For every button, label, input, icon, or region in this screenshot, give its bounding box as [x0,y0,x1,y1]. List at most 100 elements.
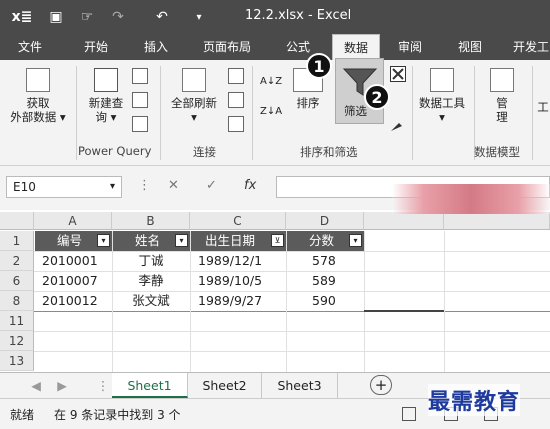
external-data-icon [26,68,50,92]
name-box-value: E10 [13,180,36,194]
cell-a2[interactable]: 2010001 [42,251,112,271]
cell-a6[interactable]: 2010007 [42,271,112,291]
power-query-group-label: Power Query [78,144,152,158]
row-header[interactable]: 8 [0,291,34,311]
watermark-logo: 最需教育 [428,384,521,416]
tab-insert[interactable]: 插入 [136,34,176,60]
enter-icon[interactable]: ✓ [206,178,217,193]
row-header[interactable]: 6 [0,271,34,291]
window-title: 12.2.xlsx - Excel [245,8,352,23]
new-query-button[interactable]: 新建查 询 ▾ [80,68,132,124]
sort-ascending-button[interactable]: A↓Z [260,72,284,92]
recent-sources-icon[interactable] [132,116,148,132]
column-header-f[interactable] [444,212,550,230]
column-header-d[interactable]: D [286,212,364,230]
group-separator [532,66,533,160]
gridline [190,231,191,372]
refresh-all-button[interactable]: 全部刷新 ▾ [164,68,224,124]
name-box-dropdown-icon[interactable]: ▾ [110,177,115,197]
column-header-b[interactable]: B [112,212,190,230]
undo-icon[interactable]: ↶ [152,0,172,34]
tab-sheet3[interactable]: Sheet3 [262,373,338,398]
partial-ribbon-button[interactable]: 工 [536,100,550,114]
edit-links-icon[interactable] [228,116,244,132]
column-header-a[interactable]: A [34,212,112,230]
connections-icon[interactable] [228,68,244,84]
tab-view[interactable]: 视图 [450,34,490,60]
row-header[interactable]: 13 [0,351,34,371]
sort-label: 排序 [296,96,320,110]
tab-developer[interactable]: 开发工 [506,34,550,60]
cell-b8[interactable]: 张文斌 [112,291,190,311]
get-external-data-label-2: 外部数据 ▾ [10,110,66,124]
cell-c6[interactable]: 1989/10/5 [198,271,286,291]
gridline [444,231,445,372]
row-header[interactable]: 1 [0,231,34,251]
cell-d6[interactable]: 589 [312,271,364,291]
sheet-nav-next-icon[interactable]: ▶ [52,373,72,398]
column-header-c[interactable]: C [190,212,286,230]
refresh-icon [182,68,206,92]
header-text: 出生日期 [205,233,256,248]
clear-filter-icon[interactable] [390,66,406,82]
get-external-data-button[interactable]: 获取 外部数据 ▾ [6,68,70,124]
new-query-label-2: 询 ▾ [95,110,117,124]
manage-label-2: 理 [496,110,508,124]
tab-data[interactable]: 数据 [332,34,380,60]
advanced-filter-icon[interactable] [390,118,406,134]
sort-descending-button[interactable]: Z↓A [260,102,284,122]
filter-dropdown-icon[interactable]: ▾ [97,234,110,247]
save-icon[interactable]: ▣ [46,0,66,34]
sheet-tabs-more-icon[interactable]: ⋮ [96,373,110,398]
insert-function-icon[interactable]: fx [244,178,256,193]
tab-review[interactable]: 审阅 [390,34,430,60]
select-all-corner[interactable] [0,212,34,230]
show-queries-icon[interactable] [132,68,148,84]
data-tools-icon [430,68,454,92]
add-sheet-icon[interactable]: + [370,375,392,395]
group-separator [252,66,253,160]
touch-mode-icon[interactable]: ☞ [76,0,98,34]
data-tools-button[interactable]: 数据工具 ▾ [414,68,470,124]
redo-icon[interactable]: ↷ [108,0,128,34]
tab-sheet2[interactable]: Sheet2 [188,373,262,398]
ribbon-data: 获取 外部数据 ▾ 新建查 询 ▾ Power Query 全部刷新 ▾ 连接 … [0,58,550,166]
row-header[interactable]: 11 [0,311,34,331]
customize-qat-icon[interactable]: ▾ [192,0,206,34]
worksheet-grid[interactable]: A B C D 1 2 6 8 11 12 13 编号 ▾ 姓名 ▾ 出生日期 … [0,212,550,372]
status-filter-result: 在 9 条记录中找到 3 个 [54,408,181,422]
cell-c2[interactable]: 1989/12/1 [198,251,286,271]
cell-b2[interactable]: 丁诚 [112,251,190,271]
properties-icon[interactable] [228,92,244,108]
manage-data-model-button[interactable]: 管 理 [484,68,520,124]
new-query-label-1: 新建查 [88,96,124,110]
new-query-icon [94,68,118,92]
manage-label-1: 管 [496,96,508,110]
cell-d2[interactable]: 578 [312,251,364,271]
normal-view-icon[interactable] [402,407,416,421]
row-header[interactable]: 2 [0,251,34,271]
name-box[interactable]: E10 ▾ [6,176,122,198]
tab-sheet1[interactable]: Sheet1 [112,373,188,398]
from-table-icon[interactable] [132,92,148,108]
cell-c8[interactable]: 1989/9/27 [198,291,286,311]
cell-b6[interactable]: 李静 [112,271,190,291]
tab-home[interactable]: 开始 [76,34,116,60]
filter-active-icon[interactable]: ⊻ [271,234,284,247]
tab-page-layout[interactable]: 页面布局 [194,34,260,60]
callout-2: 2 [364,84,390,110]
tab-file[interactable]: 文件 [10,34,50,60]
highlight-overlay [392,184,550,214]
reapply-filter-icon[interactable] [390,94,406,110]
row-header[interactable]: 12 [0,331,34,351]
data-tools-arrow: ▾ [439,110,445,124]
column-header-e[interactable] [364,212,444,230]
cell-a8[interactable]: 2010012 [42,291,112,311]
connections-group-label: 连接 [193,145,216,159]
cell-d8[interactable]: 590 [312,291,364,311]
filter-dropdown-icon[interactable]: ▾ [349,234,362,247]
sheet-nav-prev-icon[interactable]: ◀ [26,373,46,398]
filter-dropdown-icon[interactable]: ▾ [175,234,188,247]
cancel-icon[interactable]: ✕ [168,178,179,193]
excel-app-icon[interactable]: x≣ [10,0,34,34]
